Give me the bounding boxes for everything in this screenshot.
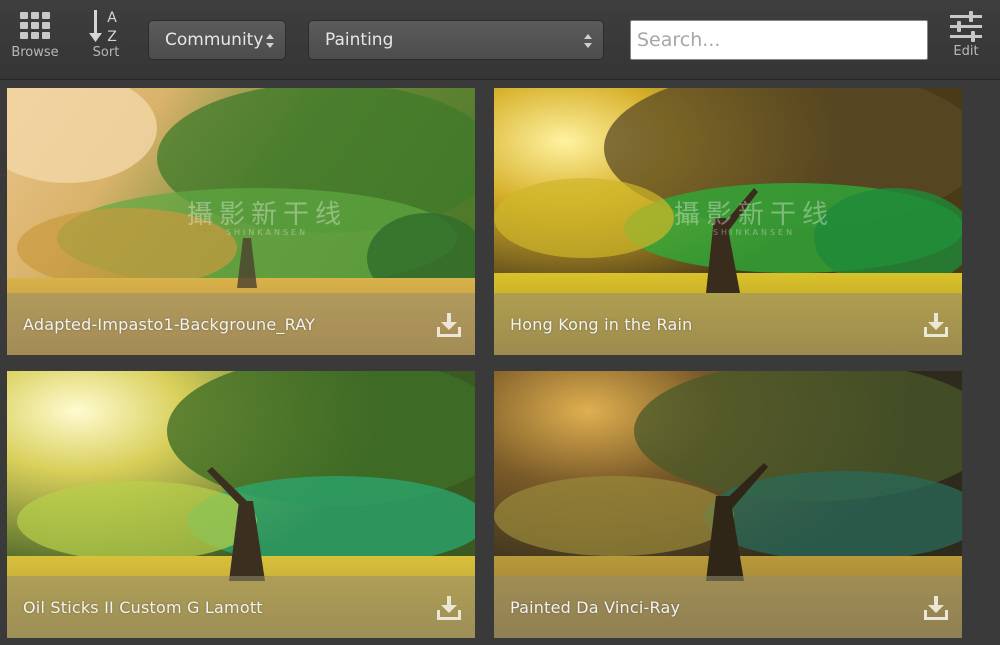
preset-caption: Hong Kong in the Rain <box>494 293 962 355</box>
download-icon[interactable] <box>435 594 463 622</box>
watermark-sub: SHINKANSEN <box>225 228 309 237</box>
preset-caption: Adapted-Impasto1-Backgroune_RAY <box>7 293 475 355</box>
preset-caption: Painted Da Vinci-Ray <box>494 576 962 638</box>
preset-title: Adapted-Impasto1-Backgroune_RAY <box>23 314 316 334</box>
sort-az-icon: A Z <box>89 10 117 45</box>
preset-title: Oil Sticks II Custom G Lamott <box>23 597 263 617</box>
download-icon[interactable] <box>922 594 950 622</box>
toolbar: Browse A Z Sort Community Painting Searc… <box>0 0 1000 80</box>
sort-button[interactable]: A Z Sort <box>84 6 128 68</box>
watermark-sub: SHINKANSEN <box>712 228 796 237</box>
preset-card[interactable]: 攝影新干线 SHINKANSEN Hong Kong in the Rain <box>494 88 962 355</box>
category-select[interactable]: Painting <box>308 20 604 60</box>
sliders-icon <box>950 11 982 42</box>
sort-icon-letter-a: A <box>107 10 117 26</box>
preset-card[interactable]: 攝影新干线 SHINKANSEN Adapted-Impasto1-Backgr… <box>7 88 475 355</box>
browse-label: Browse <box>11 45 59 60</box>
preset-card[interactable]: Oil Sticks II Custom G Lamott <box>7 371 475 638</box>
preset-grid: 攝影新干线 SHINKANSEN Adapted-Impasto1-Backgr… <box>0 81 985 645</box>
sort-icon-letter-z: Z <box>107 29 117 45</box>
sort-label: Sort <box>92 45 120 60</box>
preset-caption: Oil Sticks II Custom G Lamott <box>7 576 475 638</box>
scrollbar[interactable] <box>985 81 1000 645</box>
select-arrows-icon <box>266 34 274 48</box>
collection-select-value: Community <box>165 30 264 50</box>
search-input[interactable] <box>630 20 928 60</box>
preset-title: Painted Da Vinci-Ray <box>510 597 681 617</box>
watermark-text: 攝影新干线 <box>673 200 834 230</box>
edit-button[interactable]: Edit <box>944 10 988 72</box>
preset-card[interactable]: Painted Da Vinci-Ray <box>494 371 962 638</box>
preset-title: Hong Kong in the Rain <box>510 314 693 334</box>
browse-button[interactable]: Browse <box>8 10 62 72</box>
download-icon[interactable] <box>435 311 463 339</box>
edit-label: Edit <box>953 44 979 59</box>
watermark-text: 攝影新干线 <box>186 200 347 230</box>
select-arrows-icon <box>584 34 592 48</box>
collection-select[interactable]: Community <box>148 20 286 60</box>
grid-icon <box>20 12 50 39</box>
download-icon[interactable] <box>922 311 950 339</box>
category-select-value: Painting <box>325 30 394 50</box>
